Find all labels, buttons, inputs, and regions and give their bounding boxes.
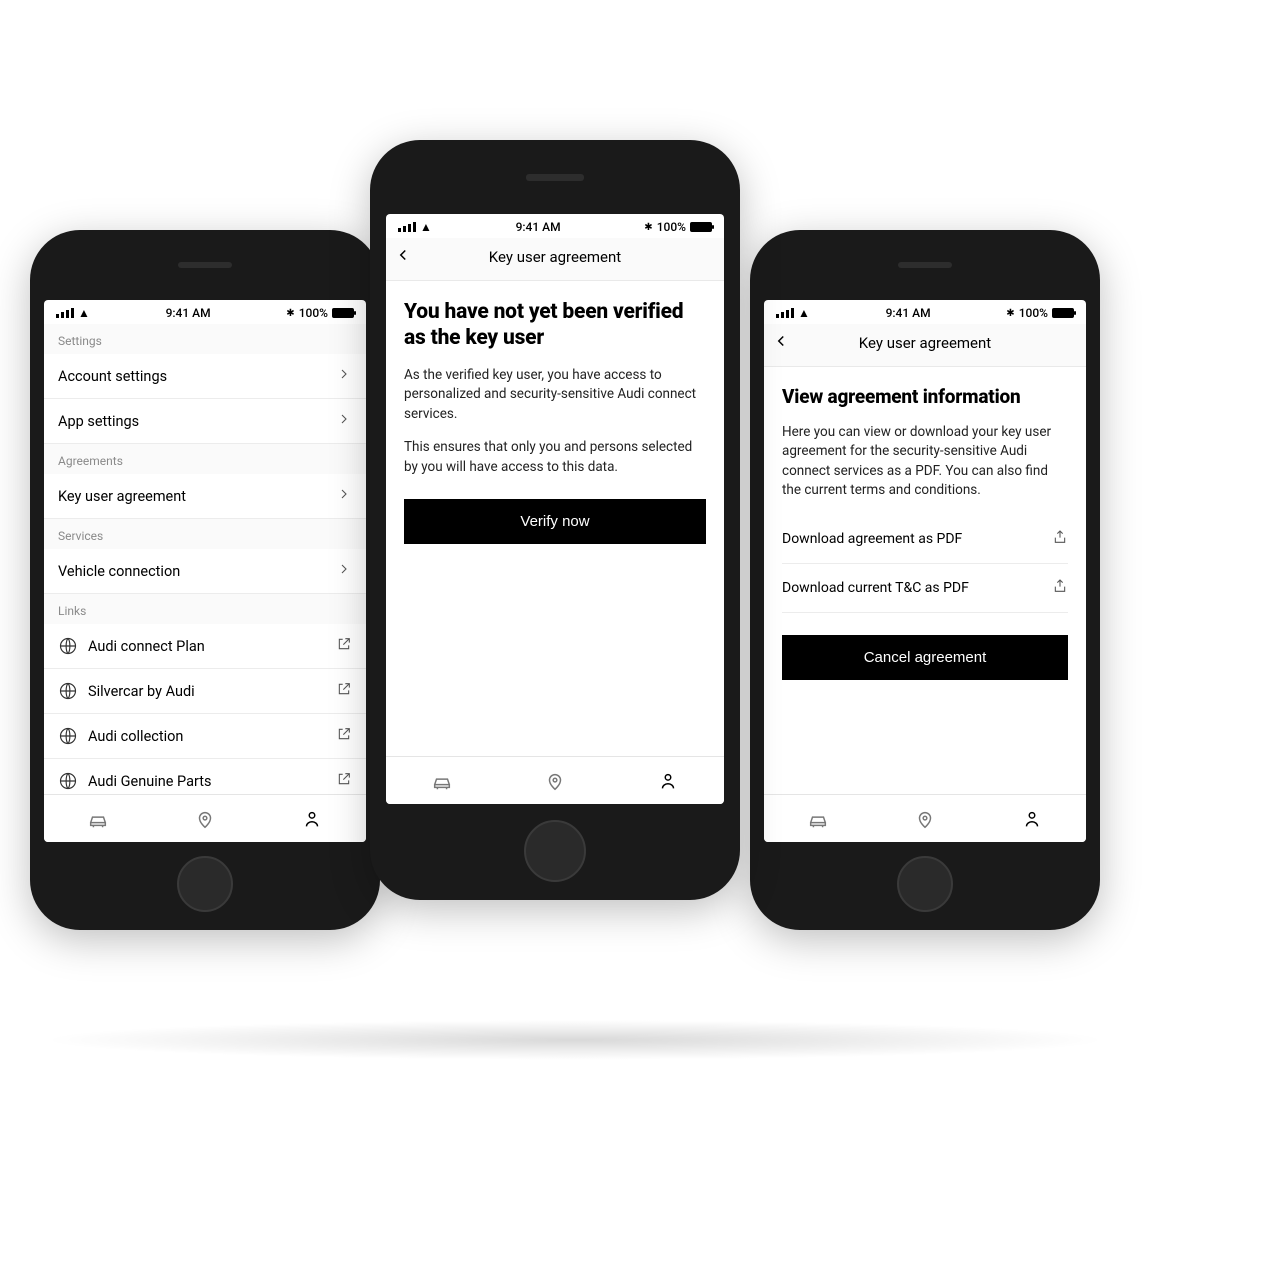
cellular-icon [56, 308, 74, 318]
wifi-icon: ▲ [420, 220, 432, 234]
tab-profile[interactable] [259, 795, 366, 842]
row-label: Download current T&C as PDF [782, 580, 969, 596]
tab-map[interactable] [871, 795, 978, 842]
battery-pct: 100% [657, 220, 686, 234]
tabbar [44, 794, 366, 842]
wifi-icon: ▲ [78, 306, 90, 320]
page-heading: You have not yet been verified as the ke… [404, 299, 706, 352]
screen-right: ▲ 9:41 AM ✱ 100% Key user agreement View… [764, 300, 1086, 842]
tabbar [386, 756, 724, 804]
globe-icon [58, 726, 78, 746]
battery-icon [332, 308, 354, 318]
globe-icon [58, 636, 78, 656]
statusbar: ▲ 9:41 AM ✱ 100% [44, 300, 366, 324]
row-link-silvercar[interactable]: Silvercar by Audi [44, 669, 366, 714]
row-label: App settings [58, 413, 139, 430]
row-vehicle-connection[interactable]: Vehicle connection [44, 549, 366, 594]
bluetooth-icon: ✱ [286, 308, 294, 319]
tab-vehicle[interactable] [44, 795, 151, 842]
download-agreement-row[interactable]: Download agreement as PDF [782, 515, 1068, 564]
row-label: Audi Genuine Parts [88, 773, 212, 790]
row-link-audi-connect-plan[interactable]: Audi connect Plan [44, 624, 366, 669]
tabbar [764, 794, 1086, 842]
verify-now-button[interactable]: Verify now [404, 499, 706, 544]
page-heading: View agreement information [782, 385, 1068, 409]
external-link-icon [336, 636, 352, 656]
back-button[interactable] [394, 246, 418, 270]
download-tc-row[interactable]: Download current T&C as PDF [782, 564, 1068, 613]
row-label: Key user agreement [58, 488, 186, 505]
share-icon [1052, 529, 1068, 549]
nav-title: Key user agreement [859, 334, 991, 352]
screen-left: ▲ 9:41 AM ✱ 100% Settings Account settin… [44, 300, 366, 842]
section-label-settings: Settings [44, 324, 366, 354]
wifi-icon: ▲ [798, 306, 810, 320]
screen-center: ▲ 9:41 AM ✱ 100% Key user agreement You … [386, 214, 724, 804]
chevron-right-icon [336, 486, 352, 506]
bluetooth-icon: ✱ [1006, 308, 1014, 319]
statusbar: ▲ 9:41 AM ✱ 100% [764, 300, 1086, 324]
external-link-icon [336, 681, 352, 701]
battery-icon [690, 222, 712, 232]
home-button[interactable] [524, 820, 586, 882]
paragraph: This ensures that only you and persons s… [404, 438, 706, 477]
battery-pct: 100% [1019, 306, 1048, 320]
tab-vehicle[interactable] [764, 795, 871, 842]
row-label: Audi connect Plan [88, 638, 205, 655]
tab-profile[interactable] [611, 757, 724, 804]
home-button[interactable] [897, 856, 953, 912]
paragraph: Here you can view or download your key u… [782, 423, 1068, 501]
tab-map[interactable] [499, 757, 612, 804]
chevron-right-icon [336, 366, 352, 386]
phone-center-verify: ▲ 9:41 AM ✱ 100% Key user agreement You … [370, 140, 740, 900]
row-app-settings[interactable]: App settings [44, 399, 366, 444]
nav-header: Key user agreement [764, 324, 1086, 367]
external-link-icon [336, 771, 352, 791]
statusbar-time: 9:41 AM [516, 220, 561, 234]
statusbar: ▲ 9:41 AM ✱ 100% [386, 214, 724, 238]
chevron-right-icon [336, 411, 352, 431]
section-label-links: Links [44, 594, 366, 624]
bluetooth-icon: ✱ [644, 222, 652, 233]
globe-icon [58, 681, 78, 701]
cellular-icon [398, 222, 416, 232]
home-button[interactable] [177, 856, 233, 912]
tab-vehicle[interactable] [386, 757, 499, 804]
row-label: Account settings [58, 368, 167, 385]
nav-title: Key user agreement [489, 248, 621, 266]
share-icon [1052, 578, 1068, 598]
cancel-agreement-button[interactable]: Cancel agreement [782, 635, 1068, 680]
paragraph: As the verified key user, you have acces… [404, 366, 706, 425]
battery-icon [1052, 308, 1074, 318]
row-label: Silvercar by Audi [88, 683, 195, 700]
row-link-audi-collection[interactable]: Audi collection [44, 714, 366, 759]
phone-right-agreement-info: ▲ 9:41 AM ✱ 100% Key user agreement View… [750, 230, 1100, 930]
row-account-settings[interactable]: Account settings [44, 354, 366, 399]
phone-left-settings: ▲ 9:41 AM ✱ 100% Settings Account settin… [30, 230, 380, 930]
tab-profile[interactable] [979, 795, 1086, 842]
back-button[interactable] [772, 332, 796, 356]
row-label: Vehicle connection [58, 563, 180, 580]
row-label: Download agreement as PDF [782, 531, 962, 547]
statusbar-time: 9:41 AM [886, 306, 931, 320]
external-link-icon [336, 726, 352, 746]
statusbar-time: 9:41 AM [166, 306, 211, 320]
row-label: Audi collection [88, 728, 183, 745]
tab-map[interactable] [151, 795, 258, 842]
row-key-user-agreement[interactable]: Key user agreement [44, 474, 366, 519]
globe-icon [58, 771, 78, 791]
section-label-services: Services [44, 519, 366, 549]
chevron-right-icon [336, 561, 352, 581]
nav-header: Key user agreement [386, 238, 724, 281]
cellular-icon [776, 308, 794, 318]
battery-pct: 100% [299, 306, 328, 320]
section-label-agreements: Agreements [44, 444, 366, 474]
